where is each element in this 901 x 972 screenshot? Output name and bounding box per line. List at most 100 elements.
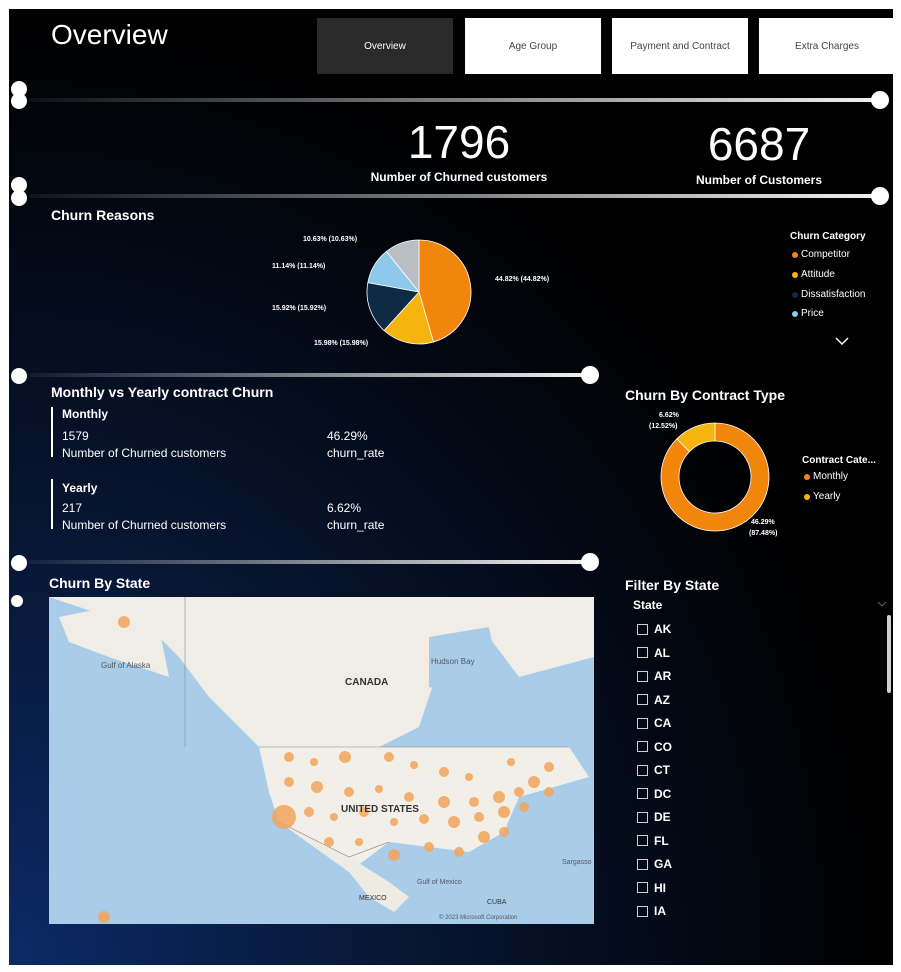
- map-label-usa: UNITED STATES: [341, 804, 419, 815]
- legend-swatch: [804, 473, 810, 480]
- legend-item-dissatisfaction[interactable]: Dissatisfaction: [792, 289, 865, 300]
- map-label-mexico: MEXICO: [359, 895, 387, 902]
- decor-knob: [11, 555, 27, 571]
- checkbox-icon[interactable]: [637, 717, 648, 729]
- legend-label: Dissatisfaction: [801, 289, 866, 300]
- churned-count: 1796: [407, 116, 511, 168]
- state-option[interactable]: AK: [637, 622, 671, 636]
- pie-label-price: 11.14% (11.14%): [272, 263, 326, 270]
- state-label: IA: [654, 904, 666, 918]
- customer-count-label: Number of Customers: [695, 173, 823, 187]
- tab-payment-contract[interactable]: Payment and Contract: [612, 18, 748, 74]
- checkbox-icon[interactable]: [637, 647, 648, 658]
- checkbox-icon[interactable]: [637, 623, 648, 635]
- legend-swatch: [792, 251, 798, 258]
- checkbox-icon[interactable]: [637, 788, 648, 799]
- divider-line: [29, 98, 881, 102]
- map-label-cuba: CUBA: [487, 899, 507, 906]
- state-option[interactable]: IA: [637, 904, 666, 918]
- legend-label: Attitude: [801, 269, 835, 280]
- state-option[interactable]: CA: [637, 716, 671, 730]
- checkbox-icon[interactable]: [637, 764, 648, 776]
- state-option[interactable]: DC: [637, 787, 671, 801]
- state-option[interactable]: FL: [637, 834, 669, 848]
- page-title: Overview: [51, 19, 168, 50]
- state-label: HI: [654, 880, 666, 895]
- pie-label-competitor: 44.82% (44.82%): [495, 276, 550, 283]
- decor-knob: [11, 368, 27, 384]
- checkbox-icon[interactable]: [637, 835, 648, 846]
- state-label: GA: [654, 857, 672, 871]
- yearly-rate: 6.62%: [327, 501, 362, 515]
- yearly-rate-label: churn_rate: [327, 518, 385, 532]
- state-label: DE: [654, 810, 671, 824]
- checkbox-icon[interactable]: [637, 905, 648, 917]
- state-label: AZ: [654, 692, 670, 707]
- monthly-rate-label: churn_rate: [327, 446, 385, 460]
- monthly-accent-bar: [51, 407, 53, 457]
- state-option[interactable]: CO: [637, 740, 672, 754]
- contract-type-donut: [660, 422, 770, 532]
- legend-swatch: [792, 291, 798, 298]
- tab-age-group[interactable]: Age Group: [465, 18, 601, 74]
- state-option[interactable]: AZ: [637, 693, 670, 707]
- pie-label-attitude: 15.98% (15.98%): [314, 340, 369, 347]
- map-label-canada: CANADA: [345, 677, 389, 688]
- monthly-heading: Monthly: [62, 407, 108, 421]
- filter-scrollbar[interactable]: [887, 615, 891, 693]
- decor-knob: [11, 595, 23, 607]
- state-option[interactable]: DE: [637, 810, 671, 824]
- tab-overview[interactable]: Overview: [317, 18, 453, 74]
- state-label: DC: [654, 786, 672, 801]
- yearly-count: 217: [62, 501, 83, 515]
- legend-item-yearly[interactable]: Yearly: [804, 491, 840, 502]
- tab-extra-charges[interactable]: Extra Charges: [759, 18, 893, 74]
- state-option[interactable]: CT: [637, 763, 670, 777]
- donut-label-yearly-pct: 6.62%: [659, 412, 679, 419]
- state-label: AR: [654, 669, 672, 683]
- checkbox-icon[interactable]: [637, 741, 648, 752]
- chevron-down-icon[interactable]: [877, 601, 887, 607]
- state-label: AK: [654, 622, 672, 636]
- pie-label-dissatisfaction: 15.92% (15.92%): [272, 305, 327, 312]
- legend-item-attitude[interactable]: Attitude: [792, 269, 835, 280]
- checkbox-icon[interactable]: [637, 882, 648, 893]
- checkbox-icon[interactable]: [637, 858, 648, 870]
- map-label-alaska-gulf: Gulf of Alaska: [101, 661, 151, 670]
- map-label-hudson: Hudson Bay: [431, 657, 475, 666]
- legend-item-monthly[interactable]: Monthly: [804, 471, 848, 482]
- churn-map[interactable]: [49, 597, 594, 924]
- churn-by-state-title: Churn By State: [49, 575, 151, 591]
- legend-item-competitor[interactable]: Competitor: [792, 249, 850, 260]
- checkbox-icon[interactable]: [637, 694, 648, 705]
- churn-reasons-title: Churn Reasons: [51, 207, 155, 223]
- divider-handle: [871, 187, 889, 205]
- state-label: CO: [654, 739, 672, 754]
- legend-label: Competitor: [801, 249, 850, 260]
- yearly-accent-bar: [51, 479, 53, 529]
- pie-label-other: 10.63% (10.63%): [303, 236, 358, 243]
- state-option[interactable]: HI: [637, 881, 666, 895]
- state-label: CT: [654, 763, 670, 777]
- state-option[interactable]: AR: [637, 669, 671, 683]
- legend-swatch: [792, 310, 798, 317]
- monthly-count: 1579: [62, 429, 89, 443]
- checkbox-icon[interactable]: [637, 811, 648, 823]
- churn-category-legend-title: Churn Category: [790, 231, 866, 242]
- legend-item-price[interactable]: Price: [792, 308, 824, 319]
- contract-type-title: Churn By Contract Type: [625, 387, 785, 403]
- monthly-count-label: Number of Churned customers: [62, 446, 227, 460]
- state-option[interactable]: GA: [637, 857, 672, 871]
- legend-scroll-down-icon[interactable]: [835, 337, 849, 345]
- state-option[interactable]: AL: [637, 646, 670, 660]
- filter-title: Filter By State: [625, 577, 720, 593]
- filter-column-header: State: [633, 598, 663, 612]
- legend-swatch: [792, 271, 798, 278]
- contract-legend-title: Contract Cate...: [802, 455, 876, 466]
- map-label-sargasso: Sargasso: [562, 859, 592, 866]
- state-label: AL: [654, 645, 670, 660]
- map-label-gulf-mexico: Gulf of Mexico: [417, 879, 462, 886]
- legend-label: Price: [801, 308, 824, 319]
- divider-line: [29, 373, 589, 377]
- checkbox-icon[interactable]: [637, 670, 648, 682]
